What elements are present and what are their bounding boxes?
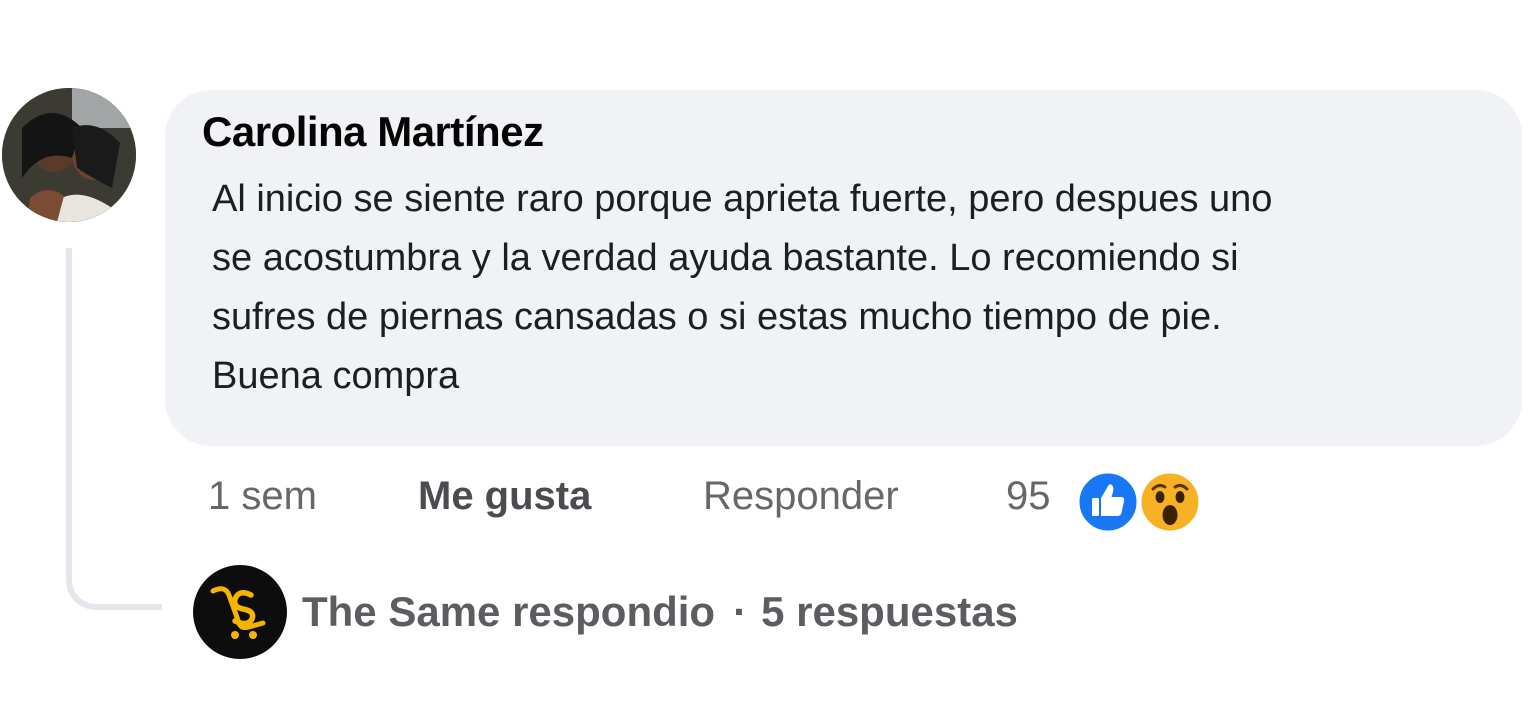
reply-count-text: 5 respuestas: [761, 588, 1018, 635]
like-button[interactable]: Me gusta: [418, 474, 591, 519]
reply-author-text: The Same respondio: [302, 588, 716, 635]
comment-timestamp[interactable]: 1 sem: [208, 474, 317, 519]
comment-text: Al inicio se siente raro porque aprieta …: [212, 178, 1273, 397]
comment-actions: 1 sem Me gusta Responder 95: [0, 470, 1528, 534]
thread-connector-line: [66, 248, 162, 610]
reply-separator: ·: [733, 588, 748, 635]
commenter-avatar[interactable]: [2, 88, 136, 222]
page-avatar[interactable]: [193, 565, 287, 659]
like-reaction-icon[interactable]: [1076, 470, 1140, 534]
wow-reaction-icon[interactable]: [1138, 470, 1202, 534]
reaction-count[interactable]: 95: [1006, 474, 1051, 519]
reply-button[interactable]: Responder: [703, 474, 899, 519]
view-replies-link[interactable]: The Same respondio · 5 respuestas: [302, 588, 1018, 636]
the-same-logo-icon: [210, 586, 266, 639]
comment-author[interactable]: Carolina Martínez: [202, 108, 544, 156]
profile-photo-icon: [2, 88, 136, 222]
